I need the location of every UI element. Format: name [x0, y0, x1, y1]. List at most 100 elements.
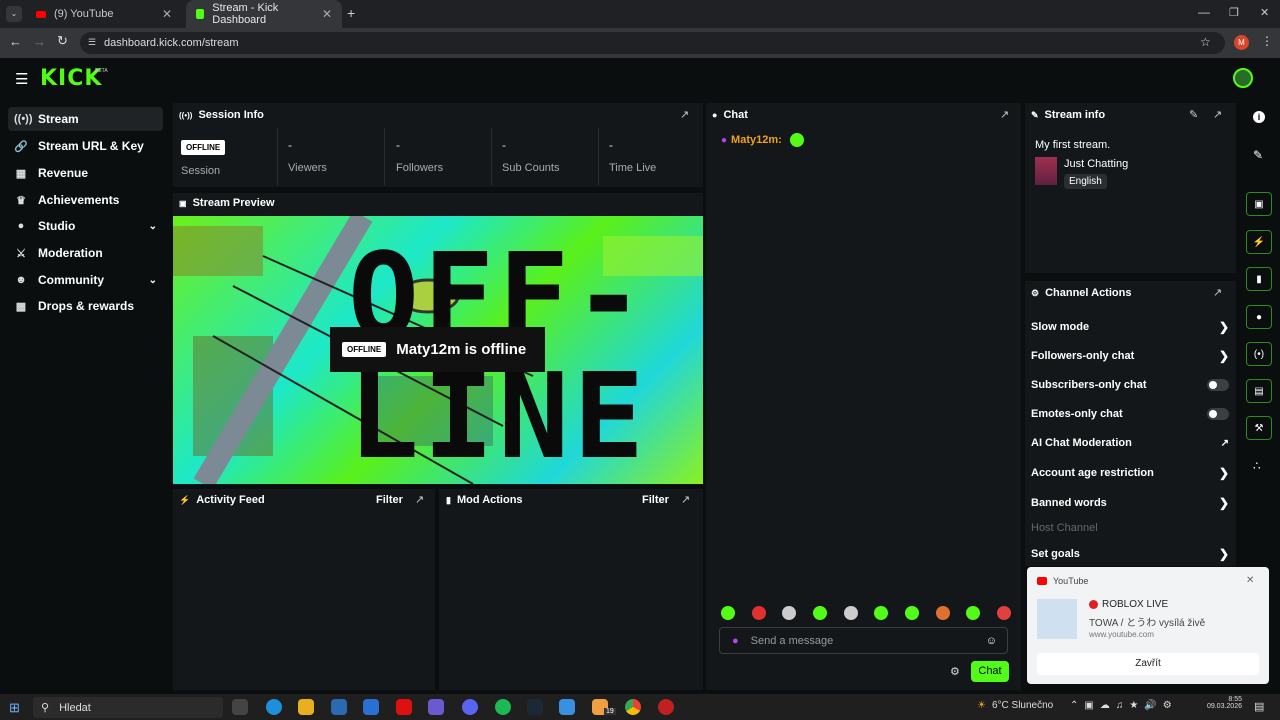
action-account-age[interactable]: Account age restriction ❯	[1031, 466, 1229, 480]
taskbar-clock[interactable]: 8:55 09.03.2026	[1200, 696, 1242, 710]
mod-filter-button[interactable]: Filter	[642, 494, 669, 506]
popout-icon[interactable]: ↗	[1213, 108, 1222, 121]
action-ai-moderation[interactable]: AI Chat Moderation ↗	[1031, 437, 1229, 449]
browser-tab-bar: ⌄ (9) YouTube ✕ Stream - Kick Dashboard …	[0, 0, 1280, 28]
sidebar-item-revenue[interactable]: ▦ Revenue	[8, 161, 163, 185]
notifications-icon[interactable]: ▤	[1254, 700, 1264, 713]
rail-wrench-icon[interactable]: ⚒	[1246, 416, 1272, 440]
windows-start-icon[interactable]: ⊞	[9, 700, 20, 716]
back-icon[interactable]: ←	[9, 34, 22, 49]
more-apps-icon[interactable]: ∴	[1253, 459, 1261, 473]
chevron-right-icon: ❯	[1218, 320, 1229, 334]
chat-input[interactable]: ● Send a message ☺	[719, 627, 1008, 654]
new-tab-icon[interactable]: +	[347, 5, 355, 21]
steam-icon[interactable]	[527, 699, 543, 715]
close-tab-icon[interactable]: ✕	[162, 7, 172, 21]
file-explorer-icon[interactable]	[298, 699, 314, 715]
store-icon[interactable]	[363, 699, 379, 715]
emote-icon[interactable]	[782, 606, 797, 620]
youtube-app-icon[interactable]	[396, 699, 412, 715]
link-icon: 🔗	[14, 140, 28, 153]
discord-icon[interactable]	[462, 699, 478, 715]
profile-avatar[interactable]: M	[1234, 35, 1249, 50]
bookmark-star-icon[interactable]: ☆	[1200, 35, 1211, 49]
tab-list-chevron-icon[interactable]: ⌄	[6, 6, 22, 22]
emote-icon[interactable]	[966, 606, 981, 620]
action-set-goals[interactable]: Set goals ❯	[1031, 547, 1229, 561]
taskbar-search[interactable]: ⚲ Hledat	[33, 697, 223, 718]
action-slow-mode[interactable]: Slow mode ❯	[1031, 320, 1229, 334]
edit-icon[interactable]: ✎	[1189, 108, 1198, 121]
tab-kick-dashboard[interactable]: Stream - Kick Dashboard ✕	[186, 0, 342, 28]
app-icon[interactable]	[428, 699, 444, 715]
dismiss-notification-button[interactable]: Zavřít	[1037, 653, 1259, 675]
popout-icon[interactable]: ↗	[1000, 108, 1009, 121]
chat-send-button[interactable]: Chat	[971, 661, 1009, 682]
forward-icon[interactable]: →	[33, 34, 46, 49]
emote-icon[interactable]	[904, 606, 919, 620]
sidebar-item-drops-rewards[interactable]: ▩ Drops & rewards	[8, 294, 163, 318]
rail-broadcast-icon[interactable]: (•)	[1246, 342, 1272, 366]
sidebar-item-label: Studio	[38, 219, 76, 233]
emote-icon[interactable]	[996, 606, 1011, 620]
rail-chat-icon[interactable]: ●	[1246, 305, 1272, 329]
site-info-icon[interactable]: ☰	[88, 37, 96, 48]
activity-filter-button[interactable]: Filter	[376, 494, 403, 506]
sidebar-item-studio[interactable]: ● Studio ⌄	[8, 214, 163, 238]
sidebar-item-achievements[interactable]: ♛ Achievements	[8, 188, 163, 212]
chat-settings-icon[interactable]: ⚙	[950, 665, 960, 678]
chat-username[interactable]: Maty12m:	[731, 134, 782, 146]
emote-icon[interactable]	[843, 606, 858, 620]
rail-document-icon[interactable]: ▮	[1246, 267, 1272, 291]
emote-icon[interactable]	[721, 606, 735, 620]
pencil-icon[interactable]: ✎	[1253, 148, 1263, 162]
user-avatar[interactable]	[1233, 68, 1253, 88]
popout-icon[interactable]: ↗	[681, 493, 690, 506]
chevron-down-icon: ⌄	[148, 220, 157, 232]
url-field[interactable]: ☰ dashboard.kick.com/stream ☆	[80, 32, 1225, 54]
app-icon[interactable]	[559, 699, 575, 715]
app-icon[interactable]	[658, 699, 674, 715]
action-banned-words[interactable]: Banned words ❯	[1031, 496, 1229, 510]
kick-logo[interactable]: KICK	[40, 66, 102, 91]
rail-lightning-icon[interactable]: ⚡	[1246, 230, 1272, 254]
close-window-icon[interactable]: ✕	[1260, 6, 1269, 19]
task-view-icon[interactable]	[232, 699, 248, 715]
emoji-icon[interactable]: ☺	[986, 635, 997, 647]
rail-layout-icon[interactable]: ▤	[1246, 379, 1272, 403]
chrome-icon[interactable]	[625, 699, 641, 715]
stream-category[interactable]: Just Chatting	[1064, 158, 1128, 170]
emote-icon[interactable]	[751, 606, 766, 620]
sidebar-item-community[interactable]: ☻ Community ⌄	[8, 268, 163, 292]
tab-youtube[interactable]: (9) YouTube ✕	[26, 0, 182, 28]
emotes-only-toggle[interactable]	[1207, 408, 1229, 420]
emote-icon[interactable]	[935, 606, 950, 620]
restore-icon[interactable]: ❐	[1229, 6, 1239, 19]
popout-icon[interactable]: ↗	[680, 108, 689, 121]
browser-menu-icon[interactable]: ⋮	[1261, 34, 1273, 48]
app-icon[interactable]	[331, 699, 347, 715]
subscribers-only-toggle[interactable]	[1207, 379, 1229, 391]
minimize-icon[interactable]: —	[1198, 5, 1210, 19]
emote-icon[interactable]	[812, 606, 827, 620]
sidebar-item-stream-url-key[interactable]: 🔗 Stream URL & Key	[8, 134, 163, 158]
popout-icon[interactable]: ↗	[415, 493, 424, 506]
action-followers-only[interactable]: Followers-only chat ❯	[1031, 349, 1229, 363]
reload-icon[interactable]: ↻	[57, 33, 68, 49]
weather-widget[interactable]: ☀ 6°C Slunečno	[977, 700, 1053, 711]
close-notification-icon[interactable]: ✕	[1246, 575, 1254, 586]
popout-icon[interactable]: ↗	[1213, 286, 1222, 299]
edge-icon[interactable]	[266, 699, 282, 715]
sidebar-item-stream[interactable]: ((•)) Stream	[8, 107, 163, 131]
close-tab-icon[interactable]: ✕	[322, 7, 332, 21]
sidebar-item-moderation[interactable]: ⚔ Moderation	[8, 241, 163, 265]
system-tray-icons[interactable]: ⌃▣☁♫★🔊⚙	[1070, 700, 1178, 711]
spotify-icon[interactable]	[495, 699, 511, 715]
rail-screenshot-icon[interactable]: ▣	[1246, 192, 1272, 216]
divider	[384, 128, 385, 185]
hamburger-menu-icon[interactable]: ☰	[15, 70, 28, 88]
chevron-down-icon: ⌄	[148, 274, 157, 286]
emote-icon[interactable]	[874, 606, 889, 620]
beta-label: BETA	[95, 68, 108, 74]
info-icon[interactable]: i	[1253, 111, 1265, 123]
